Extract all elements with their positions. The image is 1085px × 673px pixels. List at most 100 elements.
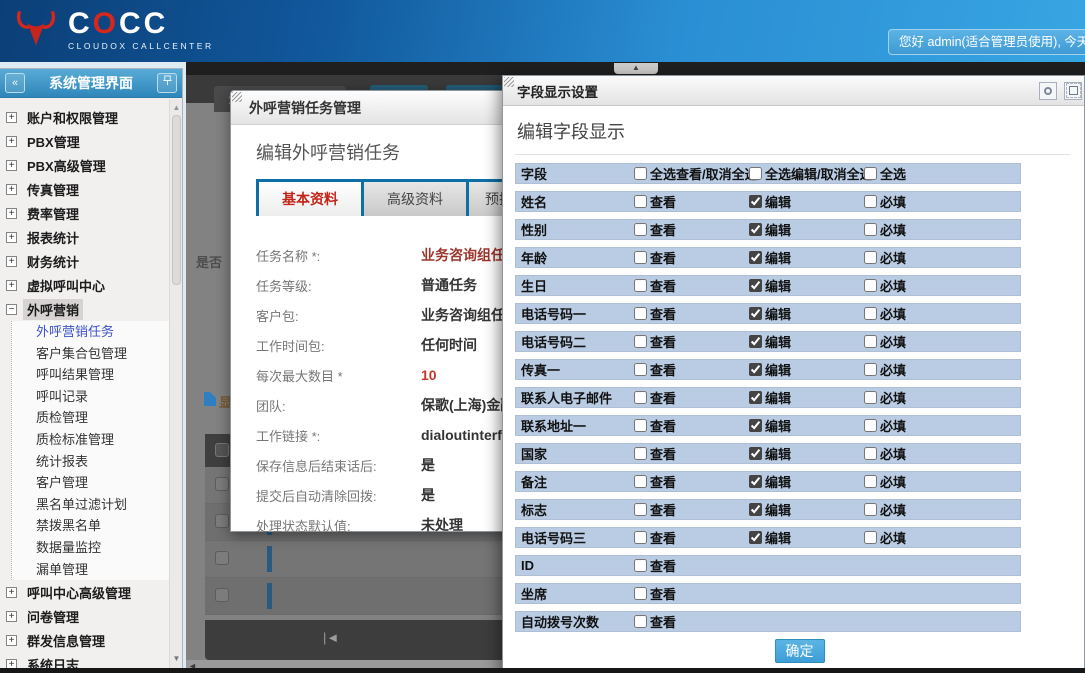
select-all-checkbox[interactable]	[864, 167, 877, 180]
tree-toggle-icon[interactable]: +	[6, 232, 17, 243]
sidebar-item[interactable]: + 传真管理	[6, 177, 169, 201]
select-all-edit-checkbox[interactable]	[749, 167, 762, 180]
required-checkbox[interactable]	[864, 195, 877, 208]
edit-checkbox[interactable]	[749, 223, 762, 236]
sidebar-subitem[interactable]: 外呼营销任务	[36, 321, 169, 343]
required-checkbox[interactable]	[864, 419, 877, 432]
required-checkbox[interactable]	[864, 503, 877, 516]
sidebar-item[interactable]: −外呼营销	[6, 297, 169, 321]
sidebar-item[interactable]: +PBX高级管理	[6, 153, 169, 177]
sidebar-item[interactable]: +PBX管理	[6, 129, 169, 153]
view-checkbox[interactable]	[634, 503, 647, 516]
tree-toggle-icon[interactable]: +	[6, 256, 17, 267]
sidebar-item[interactable]: +财务统计	[6, 249, 169, 273]
checkbox-label: 必填	[880, 472, 906, 491]
view-checkbox[interactable]	[634, 223, 647, 236]
sidebar-subitem[interactable]: 数据量监控	[36, 537, 169, 559]
edit-checkbox[interactable]	[749, 279, 762, 292]
scroll-down-icon[interactable]: ▼	[171, 653, 182, 664]
edit-checkbox[interactable]	[749, 195, 762, 208]
tab-active[interactable]: 基本资料	[259, 182, 361, 216]
view-checkbox[interactable]	[634, 363, 647, 376]
required-checkbox[interactable]	[864, 279, 877, 292]
required-checkbox[interactable]	[864, 391, 877, 404]
resize-grip-icon[interactable]	[504, 77, 514, 87]
view-checkbox[interactable]	[634, 615, 647, 628]
tree-toggle-icon[interactable]: +	[6, 112, 17, 123]
sidebar-subitem[interactable]: 客户集合包管理	[36, 343, 169, 365]
confirm-button[interactable]: 确定	[775, 639, 825, 663]
sidebar-subitem[interactable]: 禁拨黑名单	[36, 515, 169, 537]
tab-inactive[interactable]: 高级资料	[364, 182, 466, 216]
sidebar-scrollbar[interactable]: ▲ ▼	[169, 99, 182, 672]
sidebar-subitem[interactable]: 统计报表	[36, 451, 169, 473]
sidebar-item-label: 传真管理	[23, 179, 83, 200]
tree-toggle-icon[interactable]: +	[6, 611, 17, 622]
sidebar-collapse-button[interactable]: «	[5, 73, 25, 93]
view-checkbox[interactable]	[634, 475, 647, 488]
view-checkbox[interactable]	[634, 447, 647, 460]
required-checkbox[interactable]	[864, 475, 877, 488]
scroll-up-icon[interactable]: ▲	[171, 102, 182, 113]
sidebar-item[interactable]: +费率管理	[6, 201, 169, 225]
tree-toggle-icon[interactable]: +	[6, 208, 17, 219]
edit-checkbox[interactable]	[749, 363, 762, 376]
sidebar-item[interactable]: +报表统计	[6, 225, 169, 249]
tree-toggle-icon[interactable]: +	[6, 587, 17, 598]
view: 查看	[634, 192, 749, 211]
required-checkbox[interactable]	[864, 363, 877, 376]
sidebar-item[interactable]: +呼叫中心高级管理	[6, 580, 169, 604]
tree-toggle-icon[interactable]: +	[6, 160, 17, 171]
collapse-up-arrow[interactable]: ▲	[614, 63, 658, 74]
tree-toggle-icon[interactable]: +	[6, 184, 17, 195]
select-all-view-checkbox[interactable]	[634, 167, 647, 180]
sidebar-subitem[interactable]: 质检管理	[36, 407, 169, 429]
required-checkbox[interactable]	[864, 531, 877, 544]
edit-checkbox[interactable]	[749, 391, 762, 404]
sidebar-item[interactable]: +账户和权限管理	[6, 105, 169, 129]
sidebar-subitem[interactable]: 黑名单过滤计划	[36, 494, 169, 516]
sidebar-subitem[interactable]: 呼叫结果管理	[36, 364, 169, 386]
sidebar-subitem[interactable]: 漏单管理	[36, 559, 169, 581]
restore-window-icon[interactable]	[1039, 82, 1057, 100]
edit-checkbox[interactable]	[749, 475, 762, 488]
tree-toggle-icon[interactable]: −	[6, 304, 17, 315]
required-checkbox[interactable]	[864, 307, 877, 320]
sidebar-subitem[interactable]: 质检标准管理	[36, 429, 169, 451]
view-checkbox[interactable]	[634, 335, 647, 348]
sidebar-subitem[interactable]: 客户管理	[36, 472, 169, 494]
view-checkbox[interactable]	[634, 195, 647, 208]
tree-toggle-icon[interactable]: +	[6, 280, 17, 291]
edit-checkbox[interactable]	[749, 419, 762, 432]
view-checkbox[interactable]	[634, 559, 647, 572]
view-checkbox[interactable]	[634, 587, 647, 600]
view-checkbox[interactable]	[634, 307, 647, 320]
tree-toggle-icon[interactable]: +	[6, 136, 17, 147]
view-checkbox[interactable]	[634, 251, 647, 264]
sidebar-subitem[interactable]: 呼叫记录	[36, 386, 169, 408]
required-checkbox[interactable]	[864, 447, 877, 460]
sidebar-item[interactable]: +问卷管理	[6, 604, 169, 628]
table-row: 性别查看编辑必填	[515, 219, 1021, 240]
sidebar-item[interactable]: +虚拟呼叫中心	[6, 273, 169, 297]
edit-checkbox[interactable]	[749, 251, 762, 264]
resize-grip-icon[interactable]	[232, 92, 242, 102]
view-checkbox[interactable]	[634, 279, 647, 292]
view-checkbox[interactable]	[634, 419, 647, 432]
edit-checkbox[interactable]	[749, 531, 762, 544]
maximize-window-icon[interactable]	[1064, 82, 1082, 100]
sidebar-pin-button[interactable]	[157, 73, 177, 93]
checkbox-label: 编辑	[765, 360, 791, 379]
tree-toggle-icon[interactable]: +	[6, 635, 17, 646]
required-checkbox[interactable]	[864, 335, 877, 348]
view-checkbox[interactable]	[634, 391, 647, 404]
required-checkbox[interactable]	[864, 223, 877, 236]
edit-checkbox[interactable]	[749, 447, 762, 460]
sidebar-scroll-thumb[interactable]	[172, 115, 181, 285]
required-checkbox[interactable]	[864, 251, 877, 264]
edit-checkbox[interactable]	[749, 307, 762, 320]
edit-checkbox[interactable]	[749, 335, 762, 348]
sidebar-item[interactable]: +群发信息管理	[6, 628, 169, 652]
view-checkbox[interactable]	[634, 531, 647, 544]
edit-checkbox[interactable]	[749, 503, 762, 516]
